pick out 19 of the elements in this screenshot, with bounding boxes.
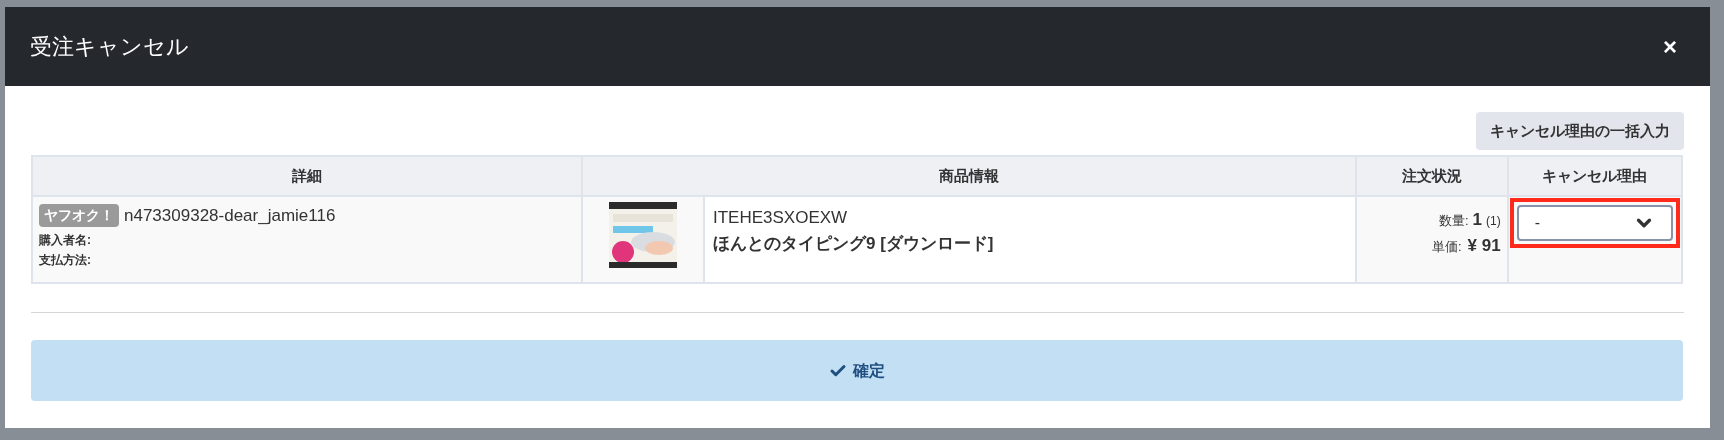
buyer-label: 購入者名: xyxy=(39,231,92,249)
payment-label: 支払方法: xyxy=(39,251,92,269)
column-header: 詳細 xyxy=(32,156,582,196)
dialog-title: 受注キャンセル xyxy=(30,33,189,61)
product-name: ほんとのタイピング9 [ダウンロード] xyxy=(713,232,995,255)
order-id: n473309328-dear_jamie116 xyxy=(124,205,336,227)
confirm-button[interactable]: 確定 xyxy=(31,340,1683,401)
price-value: ¥ 91 xyxy=(1467,234,1501,257)
close-button[interactable]: × xyxy=(1655,28,1685,65)
column-header: 商品情報 xyxy=(582,156,1356,196)
bulk-input-button[interactable]: キャンセル理由の一括入力 xyxy=(1476,112,1684,150)
quantity-value: 1 xyxy=(1472,209,1482,231)
quantity-note: (1) xyxy=(1486,213,1501,230)
reason-select[interactable]: - xyxy=(1516,205,1673,241)
product-code: ITEHE3SXOEXW xyxy=(713,207,849,229)
marketplace-badge: ヤフオク！ xyxy=(39,204,119,228)
column-header: キャンセル理由 xyxy=(1507,156,1682,196)
quantity-label: 数量: xyxy=(1438,212,1469,230)
price-label: 単価: xyxy=(1431,237,1462,256)
